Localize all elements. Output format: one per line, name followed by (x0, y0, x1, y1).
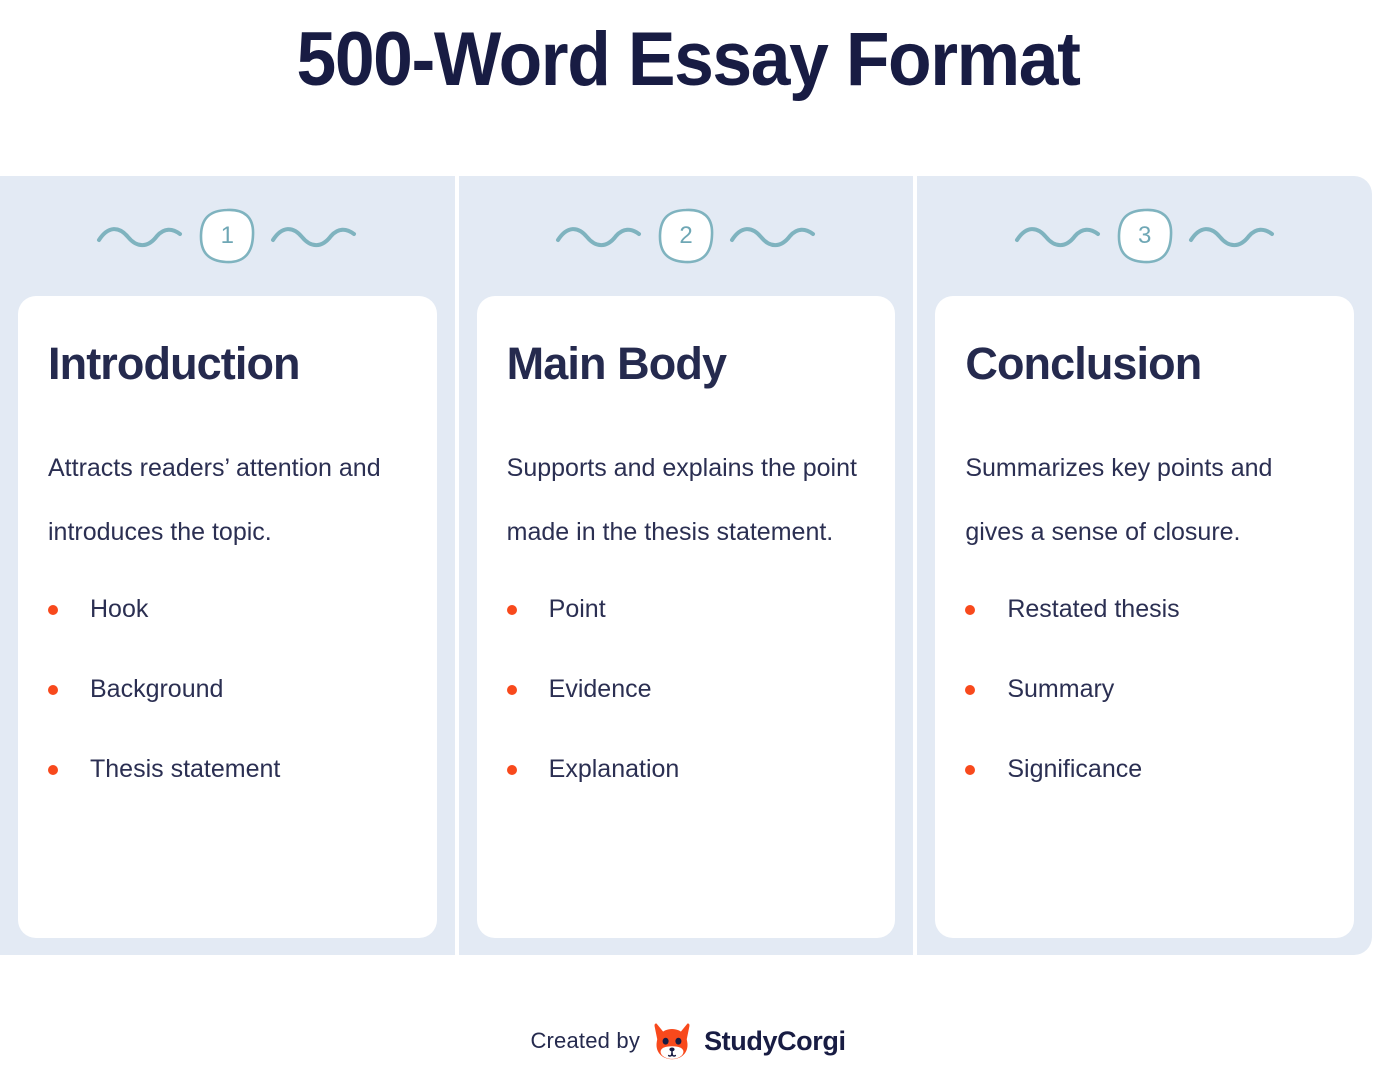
squiggle-right-icon (271, 227, 357, 248)
step-badge-1: 1 (198, 207, 256, 265)
list-item-label: Explanation (548, 755, 680, 783)
list-item: Background (48, 674, 407, 704)
list-item: Evidence (506, 674, 866, 704)
card-description: Summarizes key points and gives a sense … (965, 454, 1273, 546)
bullet-dot-icon (48, 605, 58, 615)
step-badge-3: 3 (1116, 207, 1174, 265)
badge-row-2: 2 (459, 176, 914, 296)
list-item-label: Hook (90, 595, 149, 623)
bullet-dot-icon (965, 685, 976, 695)
squiggle-left-icon (556, 227, 641, 248)
card-description: Supports and explains the point made in … (506, 454, 857, 546)
card-description: Attracts readers’ attention and introduc… (48, 454, 381, 546)
column-main-body: 2 Main Body Supports and explains the po… (454, 176, 914, 955)
squiggle-right-icon (1188, 227, 1274, 248)
step-badge-number: 2 (679, 222, 693, 249)
card-heading: Main Body (506, 338, 727, 389)
card-bullet-list: Restated thesis Summary Significance (965, 594, 1324, 784)
card-heading: Conclusion (965, 338, 1202, 389)
card-conclusion: Conclusion Summarizes key points and giv… (935, 296, 1355, 938)
card-bullet-list: Point Evidence Explanation (506, 594, 866, 784)
squiggle-left-icon (97, 227, 183, 248)
bullet-dot-icon (48, 765, 58, 775)
columns-panel: 1 Introduction Attracts readers’ attenti… (0, 176, 1372, 955)
list-item: Significance (965, 754, 1324, 784)
created-by-label: Created by (530, 1028, 641, 1053)
badge-row-1: 1 (0, 176, 455, 296)
card-main-body: Main Body Supports and explains the poin… (476, 296, 896, 938)
list-item: Point (506, 594, 866, 624)
step-badge-number: 3 (1137, 222, 1152, 249)
step-badge-2: 2 (657, 207, 715, 265)
corgi-face-icon (654, 1023, 690, 1060)
list-item-label: Background (90, 675, 224, 703)
step-badge-number: 1 (220, 222, 234, 249)
list-item-label: Evidence (548, 675, 652, 703)
list-item: Restated thesis (965, 594, 1324, 624)
infographic-root: 500-Word Essay Format 1 Introduction Att… (0, 0, 1376, 1070)
card-introduction: Introduction Attracts readers’ attention… (18, 296, 437, 938)
list-item: Hook (48, 594, 407, 624)
list-item-label: Restated thesis (1007, 595, 1180, 623)
brand-name: StudyCorgi (704, 1026, 846, 1056)
column-introduction: 1 Introduction Attracts readers’ attenti… (0, 176, 455, 955)
list-item: Explanation (506, 754, 866, 784)
list-item-label: Summary (1007, 675, 1115, 703)
card-bullet-list: Hook Background Thesis statement (48, 594, 407, 784)
list-item: Thesis statement (48, 754, 407, 784)
squiggle-right-icon (730, 227, 815, 248)
list-item-label: Thesis statement (90, 755, 281, 783)
list-item-label: Point (548, 595, 606, 623)
badge-row-3: 3 (917, 176, 1372, 296)
bullet-dot-icon (506, 685, 517, 695)
card-heading: Introduction (48, 338, 301, 389)
bullet-dot-icon (965, 765, 976, 775)
column-conclusion: 3 Conclusion Summarizes key points and g… (913, 176, 1372, 955)
squiggle-left-icon (1014, 227, 1100, 248)
bullet-dot-icon (48, 685, 58, 695)
page-title: 500-Word Essay Format (296, 17, 1081, 102)
bullet-dot-icon (506, 765, 517, 775)
list-item: Summary (965, 674, 1324, 704)
bullet-dot-icon (965, 605, 976, 615)
list-item-label: Significance (1007, 755, 1143, 783)
bullet-dot-icon (506, 605, 517, 615)
footer-attribution: Created by StudyCorgi (0, 1022, 1376, 1060)
